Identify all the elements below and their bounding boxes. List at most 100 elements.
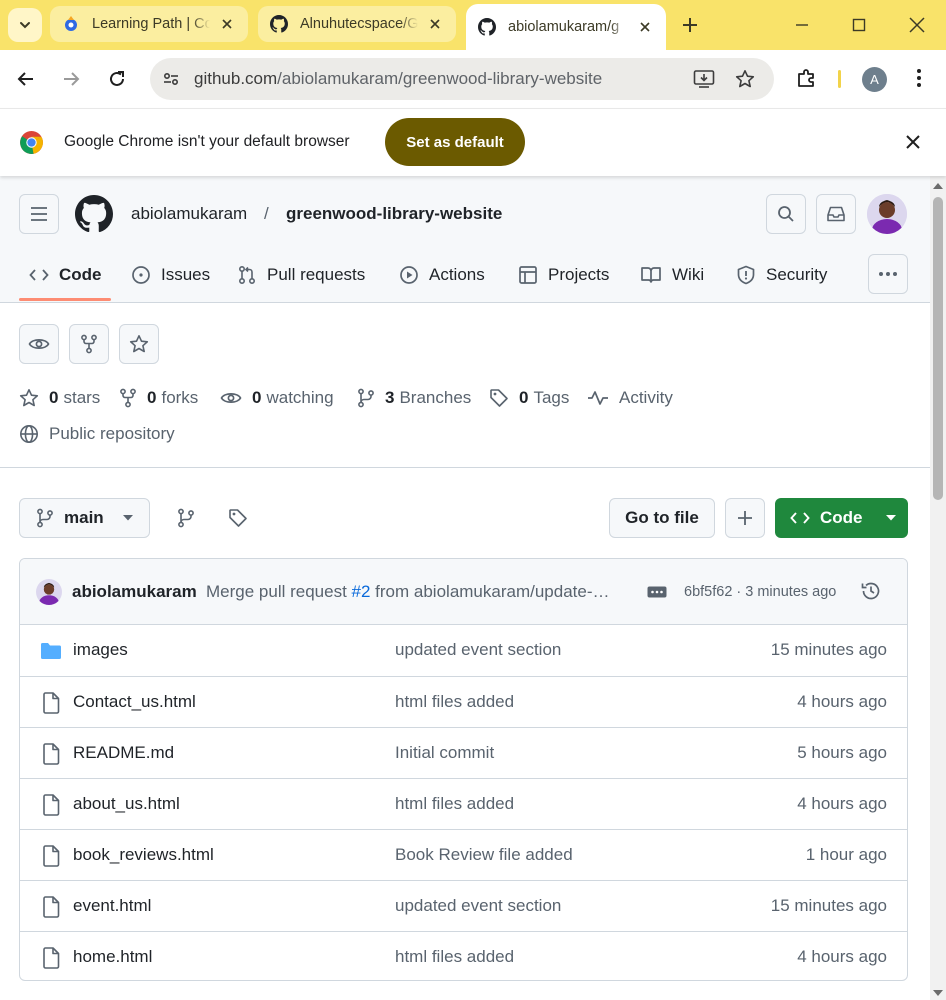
forward-button[interactable] <box>58 66 84 92</box>
breadcrumb-repo[interactable]: greenwood-library-website <box>286 204 502 224</box>
history-button[interactable] <box>860 580 882 607</box>
commit-message[interactable]: Merge pull request #2 from abiolamukaram… <box>206 582 626 602</box>
file-commit-message[interactable]: html files added <box>395 794 514 814</box>
github-logo[interactable] <box>75 195 113 238</box>
chrome-menu-button[interactable] <box>914 67 924 94</box>
user-avatar-icon <box>36 579 62 605</box>
tab-projects[interactable]: Projects <box>518 262 609 288</box>
file-commit-time: 4 hours ago <box>797 692 887 711</box>
stars-link[interactable]: 0 stars <box>19 387 100 409</box>
expand-commit-button[interactable] <box>646 583 668 601</box>
activity-link[interactable]: Activity <box>587 387 673 409</box>
file-name[interactable]: about_us.html <box>73 794 180 814</box>
global-menu-button[interactable] <box>19 194 59 234</box>
tab-label: Pull requests <box>267 265 366 284</box>
tab-security[interactable]: Security <box>736 262 827 288</box>
code-dropdown-button[interactable]: Code <box>775 498 908 538</box>
star-button[interactable] <box>119 324 159 364</box>
scroll-down-button[interactable] <box>932 988 944 998</box>
branches-label: Branches <box>399 388 472 407</box>
tab-pull-requests[interactable]: Pull requests <box>237 262 365 288</box>
chevron-down-icon <box>20 22 30 29</box>
branches-link[interactable]: 3 Branches <box>357 387 471 409</box>
watch-button[interactable] <box>19 324 59 364</box>
file-row[interactable]: book_reviews.html Book Review file added 1… <box>20 829 907 880</box>
commit-author[interactable]: abiolamukaram <box>72 582 197 602</box>
book-icon <box>641 267 661 283</box>
tab-issues[interactable]: Issues <box>131 262 210 288</box>
back-button[interactable] <box>13 66 39 92</box>
infobar-close-button[interactable] <box>905 134 921 155</box>
add-file-button[interactable] <box>725 498 765 538</box>
close-icon[interactable] <box>426 15 444 33</box>
branches-button[interactable] <box>175 507 197 529</box>
install-app-button[interactable] <box>692 67 716 91</box>
file-name[interactable]: images <box>73 640 128 660</box>
close-icon[interactable] <box>218 15 236 33</box>
commit-pr-link[interactable]: #2 <box>352 582 371 601</box>
address-bar[interactable]: github.com/abiolamukaram/greenwood-libra… <box>150 58 774 100</box>
code-icon <box>790 512 810 524</box>
window-close-button[interactable] <box>905 13 929 37</box>
tags-button[interactable] <box>227 507 249 529</box>
tab-search-button[interactable] <box>8 8 42 42</box>
breadcrumb-owner[interactable]: abiolamukaram <box>131 204 247 224</box>
file-commit-message[interactable]: updated event section <box>395 640 561 660</box>
history-icon <box>861 582 880 600</box>
tab-label: Actions <box>429 265 485 284</box>
go-to-file-button[interactable]: Go to file <box>609 498 715 538</box>
tab-learning-path[interactable]: Learning Path | Co <box>50 6 248 42</box>
file-name[interactable]: home.html <box>73 947 152 967</box>
tab-greenwood-repo[interactable]: abiolamukaram/g <box>466 4 666 50</box>
tab-wiki[interactable]: Wiki <box>640 262 704 288</box>
inbox-button[interactable] <box>816 194 856 234</box>
tab-alnuhutecspace[interactable]: Alnuhutecspace/G <box>258 6 456 42</box>
inbox-icon <box>827 206 845 222</box>
user-avatar[interactable] <box>867 194 907 234</box>
site-settings-icon[interactable] <box>158 66 184 92</box>
bookmark-button[interactable] <box>733 67 757 91</box>
scroll-up-button[interactable] <box>932 180 944 190</box>
close-icon[interactable] <box>636 18 654 36</box>
file-row[interactable]: images updated event section 15 minutes ag… <box>20 625 907 676</box>
tab-code[interactable]: Code <box>29 262 102 288</box>
watching-link[interactable]: 0 watching <box>220 387 334 409</box>
tags-link[interactable]: 0 Tags <box>489 387 569 409</box>
maximize-button[interactable] <box>847 13 871 37</box>
github-icon <box>270 15 288 33</box>
file-row[interactable]: event.html updated event section 15 minute… <box>20 880 907 931</box>
file-commit-message[interactable]: html files added <box>395 947 514 967</box>
file-name[interactable]: event.html <box>73 896 151 916</box>
file-name[interactable]: README.md <box>73 743 174 763</box>
arrow-left-icon <box>17 72 33 86</box>
file-row[interactable]: README.md Initial commit 5 hours ago <box>20 727 907 778</box>
file-commit-message[interactable]: html files added <box>395 692 514 712</box>
minimize-button[interactable] <box>790 13 814 37</box>
commit-author-avatar[interactable] <box>36 579 62 605</box>
file-row[interactable]: about_us.html html files added 4 hours ago <box>20 778 907 829</box>
file-commit-message[interactable]: updated event section <box>395 896 561 916</box>
commit-message-suffix: from abiolamukaram/update-… <box>370 582 610 601</box>
reload-button[interactable] <box>104 66 130 92</box>
tags-count: 0 <box>519 388 529 407</box>
commit-sha-time[interactable]: 6bf5f62 · 3 minutes ago <box>684 584 836 600</box>
extensions-button[interactable] <box>796 67 818 94</box>
file-name[interactable]: Contact_us.html <box>73 692 196 712</box>
forks-link[interactable]: 0 forks <box>119 387 198 409</box>
browser-toolbar: github.com/abiolamukaram/greenwood-libra… <box>0 50 946 108</box>
file-name[interactable]: book_reviews.html <box>73 845 214 865</box>
search-button[interactable] <box>766 194 806 234</box>
fork-button[interactable] <box>69 324 109 364</box>
more-tabs-button[interactable] <box>868 254 908 294</box>
file-commit-message[interactable]: Initial commit <box>395 743 494 763</box>
new-tab-button[interactable] <box>678 13 702 37</box>
tab-actions[interactable]: Actions <box>399 262 485 288</box>
scrollbar-thumb[interactable] <box>933 197 943 500</box>
set-as-default-button[interactable]: Set as default <box>385 118 525 166</box>
branch-selector[interactable]: main <box>19 498 150 538</box>
file-row[interactable]: Contact_us.html html files added 4 hours a… <box>20 676 907 727</box>
visibility-label: Public repository <box>49 424 175 443</box>
file-commit-message[interactable]: Book Review file added <box>395 845 573 865</box>
file-row[interactable]: home.html html files added 4 hours ago <box>20 931 907 980</box>
profile-avatar[interactable]: A <box>862 67 887 92</box>
